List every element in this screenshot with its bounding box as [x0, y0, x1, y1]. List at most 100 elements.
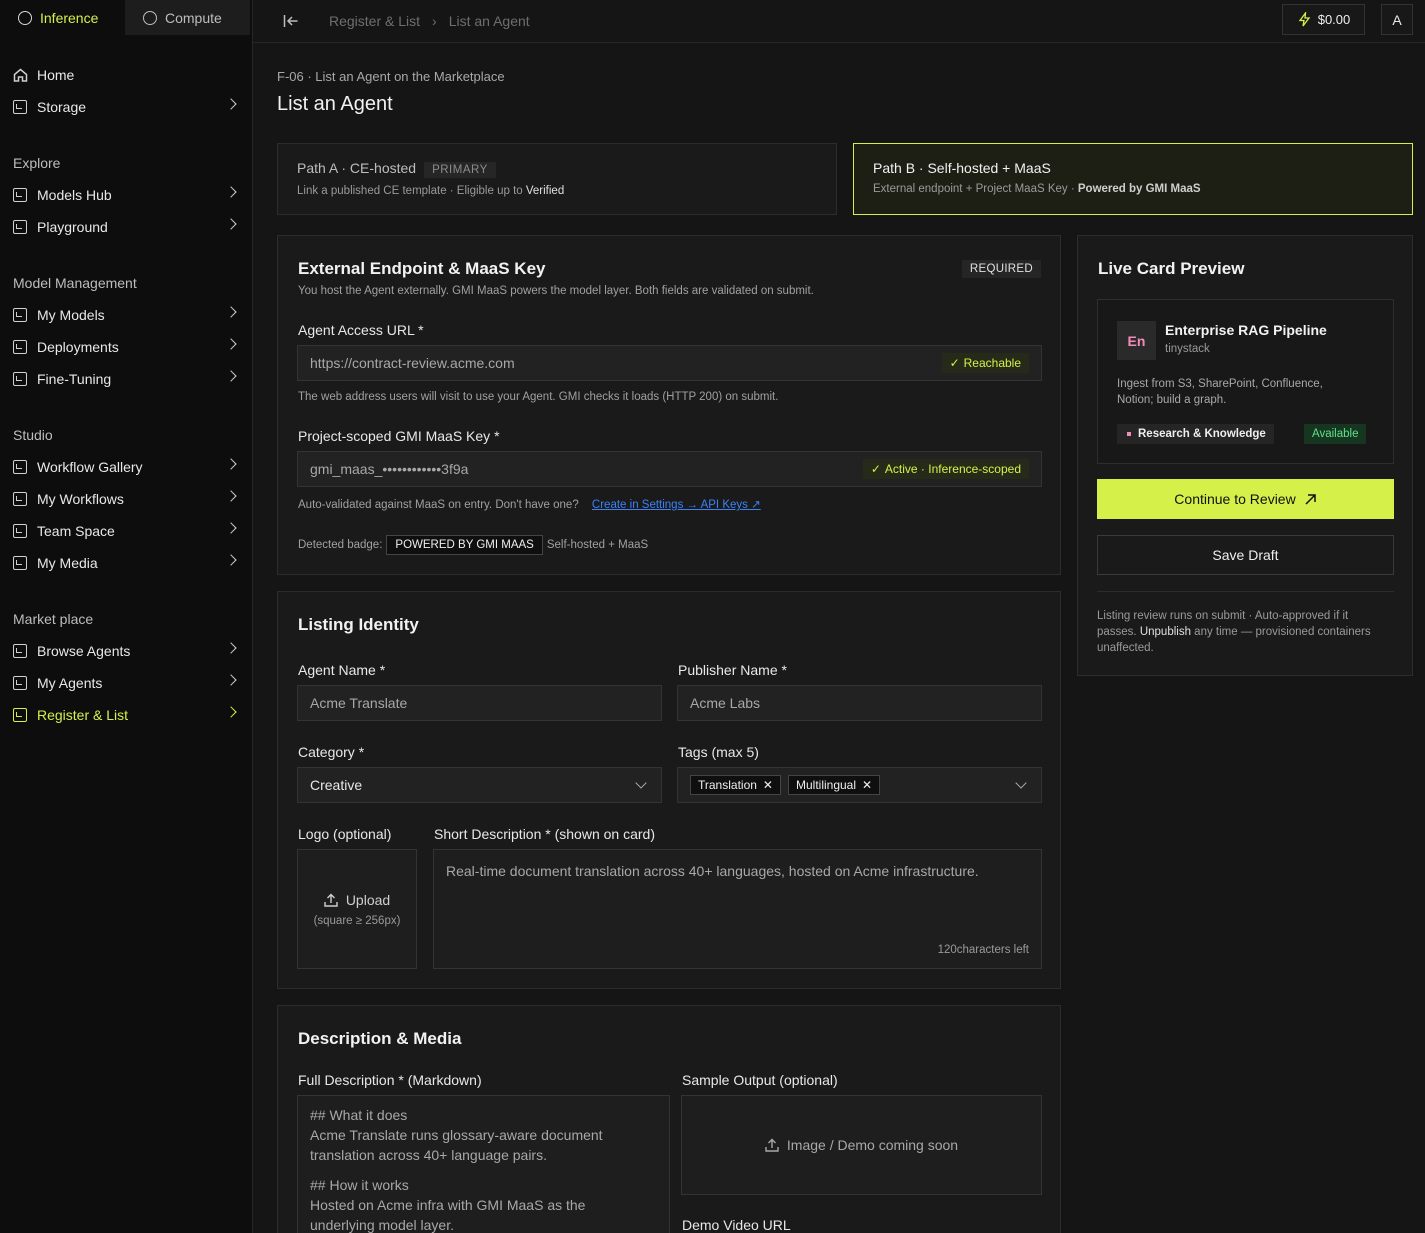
agent-preview-card: En Enterprise RAG Pipeline tinystack Ing… [1097, 299, 1394, 464]
browse-agents-icon [13, 644, 27, 658]
fine-tuning-icon [13, 372, 27, 386]
home-icon [13, 68, 28, 82]
url-label: Agent Access URL * [298, 322, 424, 338]
short-desc-textarea[interactable]: Real-time document translation across 40… [433, 849, 1042, 969]
agent-publisher: tinystack [1165, 343, 1210, 355]
sidebar-item-my-agents[interactable]: My Agents [0, 667, 253, 699]
tags-label: Tags (max 5) [678, 744, 759, 760]
detected-badge-suffix: Self-hosted + MaaS [546, 539, 649, 551]
chevron-right-icon [225, 706, 237, 718]
sample-output-label: Sample Output (optional) [682, 1072, 838, 1088]
sidebar-item-my-models[interactable]: My Models [0, 299, 253, 331]
tag-chip[interactable]: Multilingual ✕ [787, 775, 881, 795]
close-icon[interactable]: ✕ [862, 778, 872, 792]
sidebar-item-models-hub[interactable]: Models Hub [0, 179, 253, 211]
agent-desc: Ingest from S3, SharePoint, Confluence, … [1117, 378, 1323, 406]
chevron-right-icon [225, 458, 237, 470]
path-b-desc-strong: Powered by GMI MaaS [1077, 183, 1201, 195]
chevron-right-icon [225, 98, 237, 110]
chevron-right-icon [225, 186, 237, 198]
maas-key-value: gmi_maas_••••••••••••3f9a [310, 461, 469, 477]
chars-left: 120characters left [937, 944, 1029, 956]
preview-title: Live Card Preview [1098, 259, 1245, 278]
full-desc-textarea[interactable]: ## What it does Acme Translate runs glos… [297, 1095, 670, 1233]
models-hub-icon [13, 188, 27, 202]
product-switch: Inference Compute [0, 0, 252, 35]
sidebar-item-home[interactable]: Home [0, 59, 253, 91]
upload-hint: (square ≥ 256px) [313, 914, 401, 927]
endpoint-title: External Endpoint & MaaS Key [298, 259, 546, 278]
chevron-right-icon [225, 306, 237, 318]
required-badge: REQUIRED [961, 260, 1041, 278]
credit-balance-button[interactable]: $0.00 [1282, 4, 1365, 35]
chevron-right-icon [225, 674, 237, 686]
path-a-option[interactable]: Path A · CE-hosted PRIMARY Link a publish… [277, 143, 837, 215]
create-api-key-link[interactable]: Create in Settings → API Keys ↗ [592, 499, 761, 511]
workflow-gallery-icon [13, 460, 27, 474]
playground-icon [13, 220, 27, 234]
dot-icon [1127, 432, 1131, 436]
agent-name-input[interactable]: Acme Translate [297, 685, 662, 721]
collapse-sidebar-icon[interactable] [283, 14, 299, 28]
tags-select[interactable]: Translation ✕ Multilingual ✕ [677, 767, 1042, 803]
chevron-right-icon [225, 522, 237, 534]
live-preview-panel: Live Card Preview En Enterprise RAG Pipe… [1077, 235, 1413, 676]
sidebar-item-storage[interactable]: Storage [0, 91, 253, 123]
chevron-down-icon [1015, 777, 1027, 789]
my-media-icon [13, 556, 27, 570]
path-b-option[interactable]: Path B · Self-hosted + MaaS External end… [853, 143, 1413, 215]
key-active-status: ✓ Active · Inference-scoped [862, 459, 1029, 479]
lightning-icon [1298, 12, 1311, 27]
tab-compute[interactable]: Compute [125, 0, 250, 35]
sidebar-item-deployments[interactable]: Deployments [0, 331, 253, 363]
identity-title: Listing Identity [298, 615, 419, 634]
category-chip: Research & Knowledge [1117, 424, 1274, 444]
path-b-desc: External endpoint + Project MaaS Key · [873, 183, 1078, 195]
check-icon: ✓ [870, 462, 881, 476]
primary-tag: PRIMARY [424, 162, 496, 178]
arrow-up-right-icon [1305, 493, 1316, 505]
user-avatar[interactable]: A [1381, 4, 1413, 35]
review-note: Listing review runs on submit · Auto-app… [1097, 610, 1371, 654]
sidebar-item-workflow-gallery[interactable]: Workflow Gallery [0, 451, 253, 483]
sidebar-item-my-workflows[interactable]: My Workflows [0, 483, 253, 515]
tab-inference[interactable]: Inference [0, 0, 125, 35]
agent-url-input[interactable]: https://contract-review.acme.com ✓ Reacha… [297, 345, 1042, 381]
breadcrumb-separator-icon: › [432, 13, 437, 29]
detected-badge-label: Detected badge: [298, 539, 383, 551]
storage-icon [13, 100, 27, 114]
my-models-icon [13, 308, 27, 322]
save-draft-button[interactable]: Save Draft [1097, 535, 1394, 575]
endpoint-desc: You host the Agent externally. GMI MaaS … [298, 285, 814, 297]
sidebar-item-browse-agents[interactable]: Browse Agents [0, 635, 253, 667]
logo-upload[interactable]: Upload (square ≥ 256px) [297, 849, 417, 969]
agent-name: Enterprise RAG Pipeline [1165, 322, 1327, 338]
sidebar-item-register-list[interactable]: Register & List [0, 699, 253, 731]
logo-label: Logo (optional) [298, 826, 392, 842]
page-subtitle: F-06 · List an Agent on the Marketplace [277, 69, 505, 84]
continue-to-review-button[interactable]: Continue to Review [1097, 479, 1394, 519]
sidebar-item-fine-tuning[interactable]: Fine-Tuning [0, 363, 253, 395]
chevron-right-icon [225, 554, 237, 566]
deployments-icon [13, 340, 27, 354]
sidebar-item-my-media[interactable]: My Media [0, 547, 253, 579]
sample-output-upload[interactable]: Image / Demo coming soon [681, 1095, 1042, 1195]
category-select[interactable]: Creative [297, 767, 662, 803]
powered-by-badge: POWERED BY GMI MAAS [386, 535, 543, 555]
endpoint-card: External Endpoint & MaaS Key REQUIRED Yo… [277, 235, 1061, 575]
sidebar-item-playground[interactable]: Playground [0, 211, 253, 243]
publisher-input[interactable]: Acme Labs [677, 685, 1042, 721]
register-list-icon [13, 708, 27, 722]
demo-video-label: Demo Video URL [682, 1217, 791, 1233]
maas-key-input[interactable]: gmi_maas_••••••••••••3f9a ✓ Active · Infe… [297, 451, 1042, 487]
close-icon[interactable]: ✕ [763, 778, 773, 792]
sidebar-item-team-space[interactable]: Team Space [0, 515, 253, 547]
section-explore: Explore [13, 155, 61, 171]
my-workflows-icon [13, 492, 27, 506]
chevron-right-icon [225, 370, 237, 382]
breadcrumb-register-list[interactable]: Register & List [329, 13, 420, 29]
upload-icon [765, 1138, 779, 1152]
full-desc-label: Full Description * (Markdown) [298, 1072, 482, 1088]
tag-chip[interactable]: Translation ✕ [690, 775, 781, 795]
section-market-place: Market place [13, 611, 94, 627]
